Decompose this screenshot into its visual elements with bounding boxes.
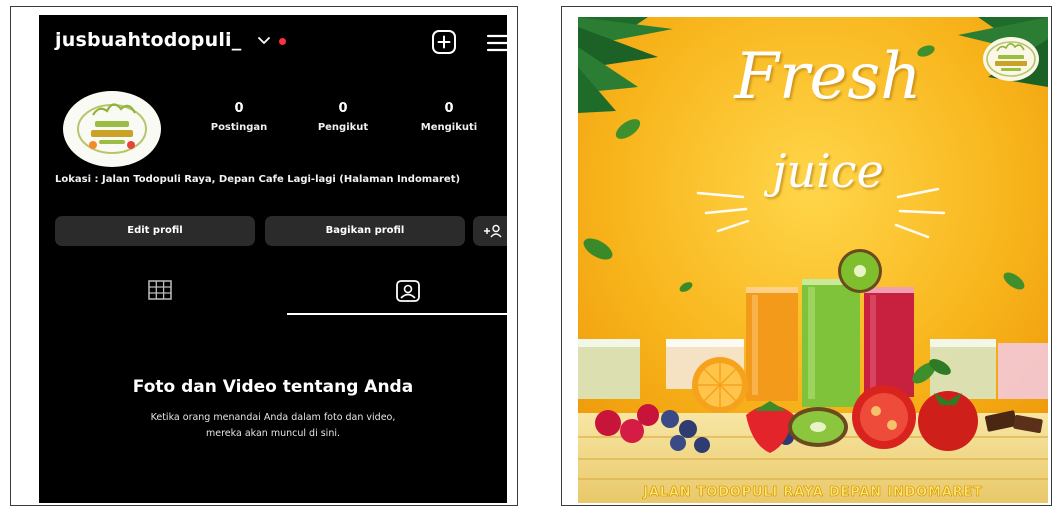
profile-bio: Lokasi : Jalan Todopuli Raya, Depan Cafe… <box>55 174 461 185</box>
empty-state-title: Foto dan Video tentang Anda <box>132 377 414 397</box>
glass-milkshake-left <box>578 339 640 399</box>
orange-slice <box>692 357 748 413</box>
tomato <box>918 391 978 451</box>
stat-followers-count: 0 <box>338 101 348 116</box>
profile-username[interactable]: jusbuahtodopuli_ <box>55 29 241 51</box>
discover-people-button[interactable] <box>473 216 507 246</box>
tab-posts-grid[interactable] <box>39 273 287 313</box>
stat-following[interactable]: 0 Mengikuti <box>399 101 499 139</box>
profile-screenshot-frame: jusbuahtodopuli_ 0 Postingan 0 Pengikut … <box>10 6 518 506</box>
empty-state-description: Ketika orang menandai Anda dalam foto da… <box>150 412 396 439</box>
glass-green-juice <box>802 279 860 407</box>
instagram-profile-screen: jusbuahtodopuli_ 0 Postingan 0 Pengikut … <box>39 15 507 503</box>
tab-tagged[interactable] <box>287 273 507 315</box>
edit-profile-button[interactable]: Edit profil <box>55 216 255 246</box>
juice-logo-icon <box>77 103 147 154</box>
glass-pink <box>998 343 1048 399</box>
poster-footer-address: JALAN TODOPULI RAYA DEPAN INDOMARET <box>643 485 983 501</box>
grid-icon <box>148 280 172 300</box>
juice-logo-badge <box>983 37 1039 81</box>
glass-orange-juice <box>746 287 798 401</box>
tagged-person-icon <box>396 280 420 302</box>
plus-square-icon[interactable] <box>431 29 457 55</box>
stat-followers[interactable]: 0 Pengikut <box>293 101 393 139</box>
kiwi-slice <box>838 249 882 293</box>
profile-stats: 0 Postingan 0 Pengikut 0 Mengikuti <box>189 101 499 151</box>
poster-frame: Fresh juice JALAN TODOPULI RAYA DEPAN IN… <box>561 6 1052 506</box>
share-profile-button[interactable]: Bagikan profil <box>265 216 465 246</box>
add-person-icon <box>484 224 502 238</box>
profile-header: jusbuahtodopuli_ <box>55 29 507 59</box>
stat-posts-count: 0 <box>234 101 244 116</box>
poster-title: Fresh <box>734 40 922 114</box>
stat-followers-label: Pengikut <box>317 122 369 133</box>
kiwi-half <box>788 407 848 447</box>
notification-dot <box>279 38 286 45</box>
tomato-slice <box>852 385 916 449</box>
stat-posts[interactable]: 0 Postingan <box>189 101 289 139</box>
juice-logo-icon <box>986 41 1036 77</box>
stat-following-count: 0 <box>444 101 454 116</box>
profile-avatar[interactable] <box>63 91 161 167</box>
stat-following-label: Mengikuti <box>420 122 478 133</box>
chevron-down-icon[interactable] <box>257 33 271 47</box>
stat-posts-label: Postingan <box>210 122 268 133</box>
glass-red-juice <box>864 287 914 397</box>
hamburger-menu-icon[interactable] <box>485 31 507 55</box>
poster-subtitle: juice <box>772 144 884 198</box>
fresh-juice-poster: Fresh juice JALAN TODOPULI RAYA DEPAN IN… <box>578 17 1048 503</box>
